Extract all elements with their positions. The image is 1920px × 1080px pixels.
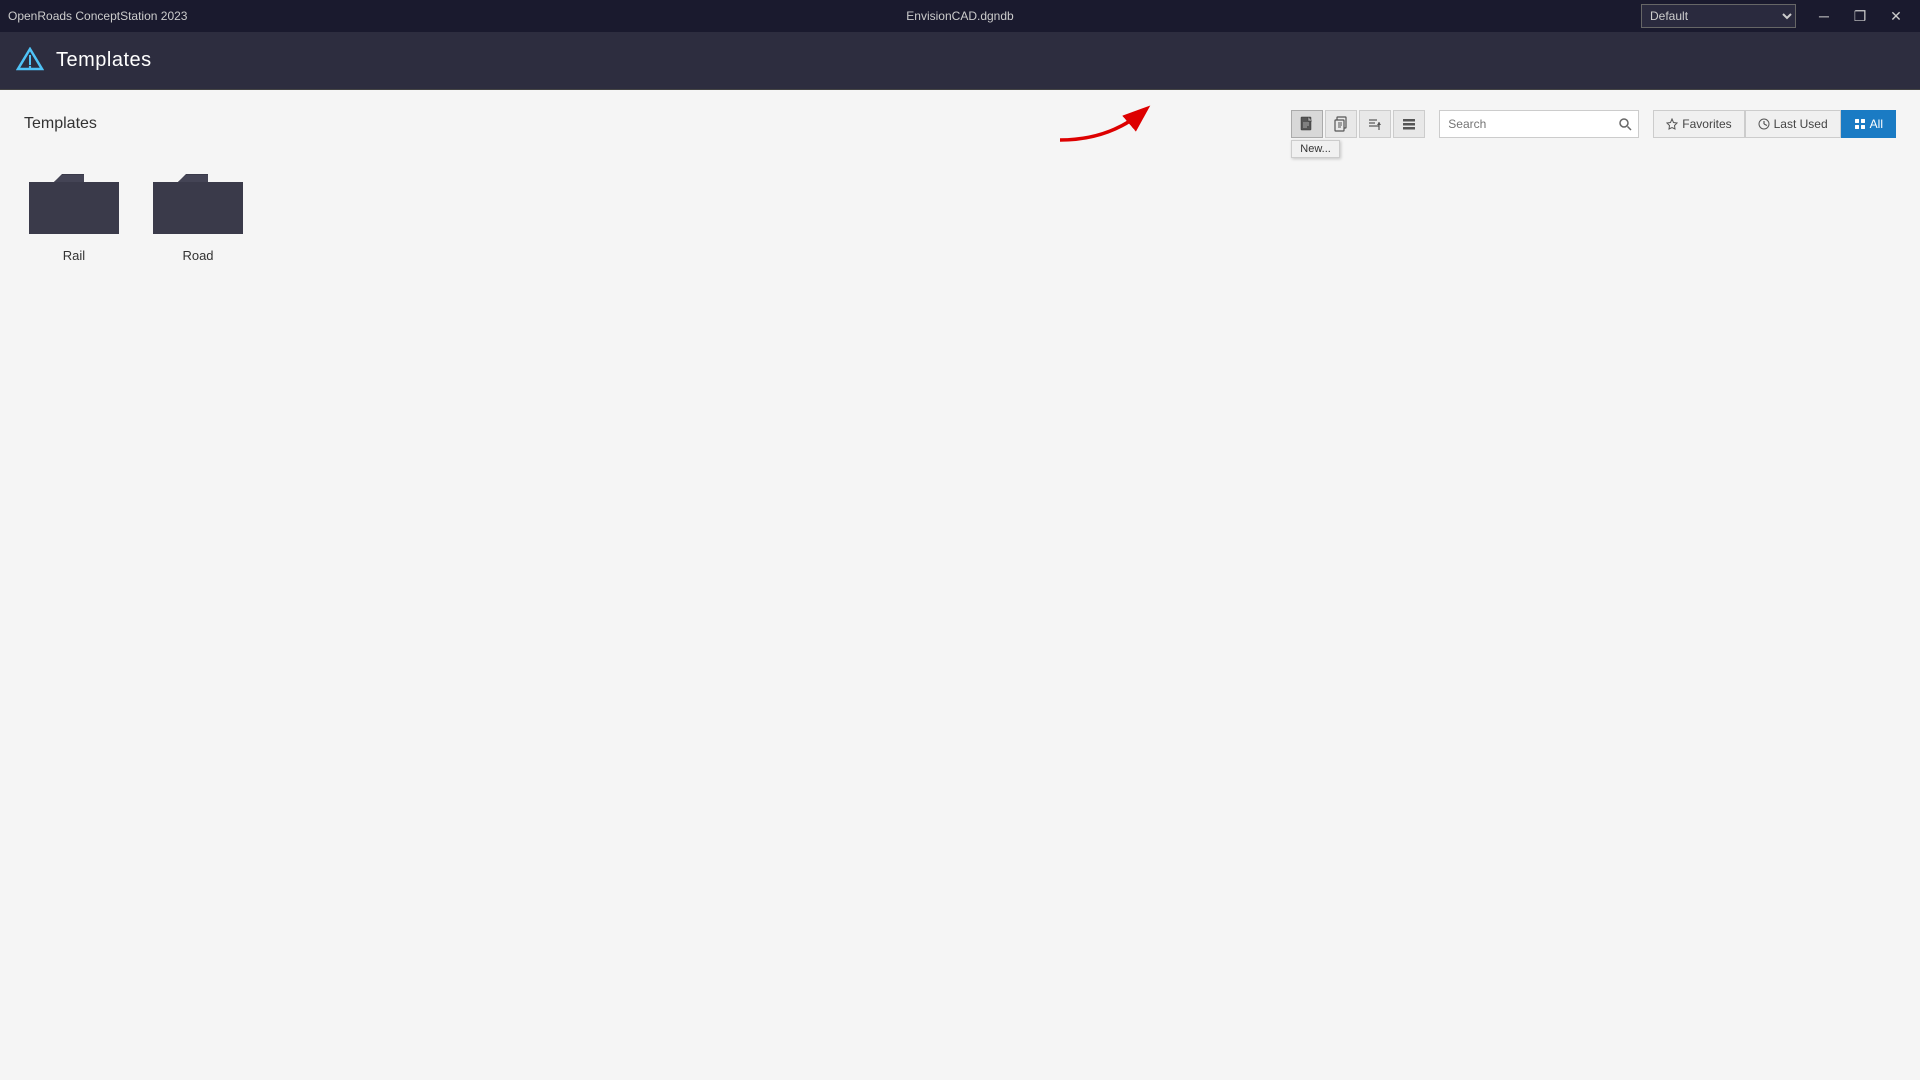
folder-label-rail: Rail — [63, 248, 85, 263]
content-title: Templates — [24, 115, 97, 133]
app-name: OpenRoads ConceptStation 2023 — [8, 9, 187, 23]
app-logo-icon — [16, 47, 44, 75]
folders-grid: Rail Road — [24, 162, 1896, 263]
list-view-button[interactable] — [1393, 110, 1425, 138]
folder-icon-rail — [24, 162, 124, 240]
filter-bar: Favorites Last Used — [1653, 110, 1896, 138]
all-filter-button[interactable]: All — [1841, 110, 1896, 138]
search-input[interactable] — [1439, 110, 1639, 138]
search-icon — [1618, 117, 1632, 131]
toolbar: New... — [1291, 110, 1896, 138]
restore-button[interactable]: ❐ — [1844, 4, 1876, 28]
app-header: Templates — [0, 32, 1920, 90]
close-button[interactable]: ✕ — [1880, 4, 1912, 28]
folder-item-rail[interactable]: Rail — [24, 162, 124, 263]
new-button-wrap: New... — [1291, 110, 1323, 138]
search-container — [1439, 110, 1639, 138]
workspace-dropdown-wrap[interactable]: Default — [1641, 4, 1796, 28]
clock-icon — [1758, 118, 1770, 130]
grid-icon — [1854, 118, 1866, 130]
copy-button[interactable] — [1325, 110, 1357, 138]
title-bar-controls: Default ─ ❐ ✕ — [1641, 4, 1912, 28]
folder-label-road: Road — [182, 248, 213, 263]
new-tooltip: New... — [1291, 140, 1340, 158]
sort-button[interactable] — [1359, 110, 1391, 138]
folder-item-road[interactable]: Road — [148, 162, 248, 263]
content-header: Templates New... — [24, 110, 1896, 138]
favorites-filter-button[interactable]: Favorites — [1653, 110, 1744, 138]
star-icon — [1666, 118, 1678, 130]
copy-icon — [1333, 116, 1349, 132]
folder-icon-road — [148, 162, 248, 240]
app-title: Templates — [56, 49, 152, 72]
title-bar: OpenRoads ConceptStation 2023 EnvisionCA… — [0, 0, 1920, 32]
sort-icon — [1367, 116, 1383, 132]
main-content: Templates New... — [0, 90, 1920, 1080]
new-button[interactable] — [1291, 110, 1323, 138]
last-used-filter-button[interactable]: Last Used — [1745, 110, 1841, 138]
workspace-select[interactable]: Default — [1641, 4, 1796, 28]
minimize-button[interactable]: ─ — [1808, 4, 1840, 28]
search-button[interactable] — [1613, 112, 1637, 136]
title-bar-left: OpenRoads ConceptStation 2023 — [8, 9, 187, 23]
new-document-icon — [1299, 116, 1315, 132]
file-name: EnvisionCAD.dgndb — [906, 9, 1013, 23]
list-view-icon — [1401, 116, 1417, 132]
